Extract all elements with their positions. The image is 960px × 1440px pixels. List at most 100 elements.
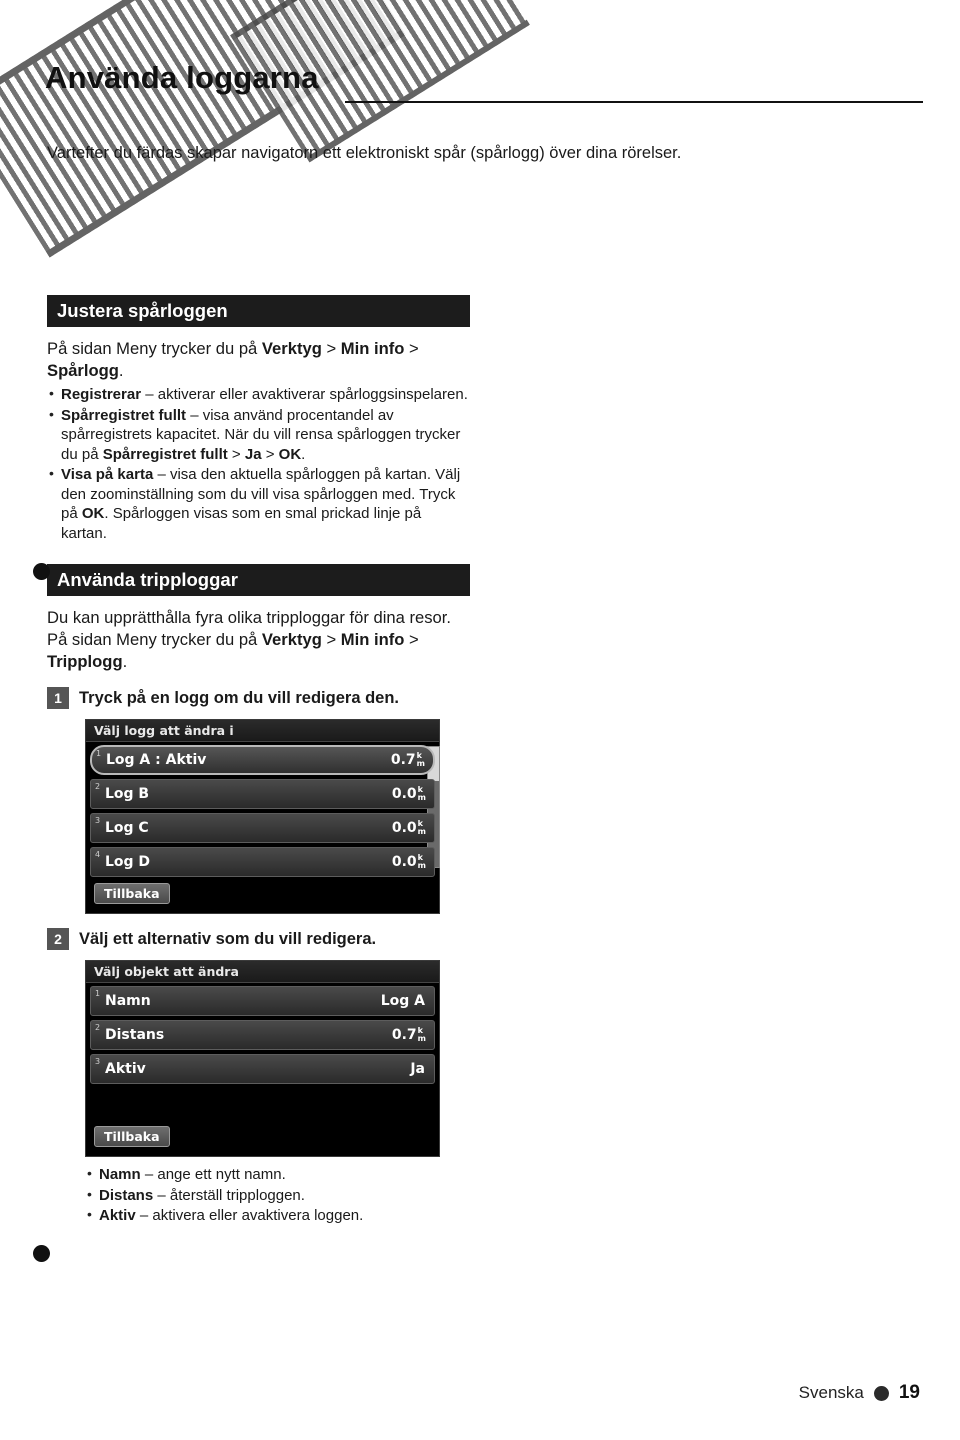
device-row-list: 1 Namn Log A 2 Distans 0.7 k m 3 Aktiv Ja … bbox=[86, 983, 439, 1156]
row-value: Ja bbox=[410, 1061, 426, 1077]
bullet-text: – aktivera eller avaktivera loggen. bbox=[135, 1207, 364, 1224]
bullet-list-options: Namn – ange ett nytt namn. Distans – åte… bbox=[85, 1164, 477, 1226]
device-title: Välj logg att ändra i bbox=[86, 720, 439, 742]
page-title: Använda loggarna bbox=[45, 60, 319, 95]
device-row-log-d[interactable]: 4 Log D 0.0 k m bbox=[90, 847, 435, 877]
row-label: Log A : Aktiv bbox=[106, 752, 207, 768]
bullet-text: – ange ett nytt namn. bbox=[140, 1166, 286, 1183]
text-fragment: På sidan Meny trycker du på bbox=[47, 339, 262, 358]
row-value: 0.0 k m bbox=[391, 820, 426, 837]
device-back-button[interactable]: Tillbaka bbox=[94, 883, 170, 904]
row-value-number: 0.0 bbox=[391, 786, 417, 802]
title-divider bbox=[345, 101, 923, 103]
section-intro-tripploggar: Du kan upprätthålla fyra olika tripplogg… bbox=[47, 607, 467, 673]
bullet-text-4: . bbox=[301, 445, 306, 463]
margin-marker-bottom bbox=[33, 1245, 50, 1262]
row-value-unit: km bbox=[417, 752, 425, 768]
device-back-button[interactable]: Tillbaka bbox=[94, 1126, 170, 1147]
section-heading-tripploggar: Använda tripploggar bbox=[47, 564, 470, 596]
device-row-log-c[interactable]: 3 Log C 0.0 k m bbox=[90, 813, 435, 843]
bullet-term: Visa på karta bbox=[61, 466, 154, 483]
bullet-text: – aktiverar eller avaktiverar spårloggsi… bbox=[141, 386, 468, 403]
bullet-term: Namn bbox=[99, 1166, 141, 1183]
list-item: Aktiv – aktivera eller avaktivera loggen… bbox=[85, 1205, 509, 1226]
row-index: 1 bbox=[95, 989, 101, 998]
row-index: 2 bbox=[95, 1023, 101, 1032]
section-intro-justera: På sidan Meny trycker du på Verktyg > Mi… bbox=[47, 338, 467, 382]
row-index: 2 bbox=[95, 782, 101, 791]
unit-bottom: m bbox=[417, 1034, 426, 1043]
page-footer: Svenska 19 bbox=[799, 1382, 920, 1404]
text-fragment: > bbox=[321, 630, 341, 649]
device-row-distans[interactable]: 2 Distans 0.7 k m bbox=[90, 1020, 435, 1050]
row-value-number: Ja bbox=[410, 1061, 425, 1077]
row-value-unit: km bbox=[418, 786, 426, 802]
bullet-term: Registrerar bbox=[61, 386, 142, 403]
row-value-unit: km bbox=[418, 820, 426, 836]
bullet-term-2: OK bbox=[81, 505, 105, 522]
text-bold-sparlogg: Spårlogg bbox=[47, 361, 119, 380]
margin-marker-top bbox=[33, 563, 50, 580]
text-fragment: > bbox=[321, 339, 341, 358]
device-row-aktiv[interactable]: 3 Aktiv Ja bbox=[90, 1054, 435, 1084]
text-fragment: > bbox=[404, 339, 419, 358]
row-value: 0.0 k m bbox=[391, 786, 426, 803]
list-item: Distans – återställ tripploggen. bbox=[85, 1185, 509, 1206]
step-text: Tryck på en logg om du vill redigera den… bbox=[79, 689, 399, 707]
unit-bottom: m bbox=[416, 759, 425, 768]
bullet-text-2: > bbox=[227, 445, 245, 463]
text-fragment: > bbox=[404, 630, 419, 649]
row-index: 1 bbox=[96, 749, 102, 758]
row-value: 0.0 k m bbox=[392, 854, 426, 871]
row-value-number: 0.0 bbox=[391, 820, 417, 836]
bullet-text-3: > bbox=[261, 445, 279, 463]
list-item: Visa på karta – visa den aktuella spårlo… bbox=[47, 464, 471, 543]
row-value: 0.7 k m bbox=[390, 752, 425, 769]
text-bold-mininfo: Min info bbox=[340, 630, 405, 649]
row-value-number: Log A bbox=[380, 993, 425, 1009]
step-1: 1 Tryck på en logg om du vill redigera d… bbox=[47, 687, 477, 709]
row-index: 3 bbox=[95, 1057, 101, 1066]
footer-page-number: 19 bbox=[898, 1382, 920, 1403]
list-item: Namn – ange ett nytt namn. bbox=[85, 1164, 509, 1185]
device-title: Välj objekt att ändra bbox=[86, 961, 439, 983]
bullet-text-2: . Spårloggen visas som en smal prickad l… bbox=[61, 505, 422, 542]
row-value-unit: km bbox=[418, 854, 426, 870]
row-index: 4 bbox=[95, 850, 101, 859]
bullet-term: Distans bbox=[99, 1186, 154, 1204]
bullet-text: – återställ tripploggen. bbox=[153, 1186, 305, 1204]
device-screenshot-object-list: Välj objekt att ändra 1 Namn Log A 2 Dis… bbox=[85, 960, 440, 1157]
device-row-log-b[interactable]: 2 Log B 0.0 k m bbox=[90, 779, 435, 809]
text-bold-verktyg: Verktyg bbox=[261, 339, 322, 358]
step-text: Välj ett alternativ som du vill redigera… bbox=[79, 930, 377, 948]
bullet-term-2: Spårregistret fullt bbox=[102, 445, 228, 463]
device-screenshot-log-list: Välj logg att ändra i 1 Log A : Aktiv 0.… bbox=[85, 719, 440, 914]
list-item: Registrerar – aktiverar eller avaktivera… bbox=[47, 384, 471, 405]
bullet-term-4: OK bbox=[278, 445, 302, 463]
text-fragment: . bbox=[122, 652, 128, 671]
footer-language: Svenska bbox=[798, 1383, 864, 1402]
row-value-number: 0.7 bbox=[390, 752, 416, 768]
text-fragment: . bbox=[118, 361, 124, 380]
row-value-unit: km bbox=[418, 1027, 426, 1043]
list-item: Spårregistret fullt – visa använd procen… bbox=[47, 405, 471, 465]
device-row-namn[interactable]: 1 Namn Log A bbox=[90, 986, 435, 1016]
bullet-list-justera: Registrerar – aktiverar eller avaktivera… bbox=[47, 384, 477, 543]
step-number: 2 bbox=[47, 928, 69, 950]
unit-bottom: m bbox=[417, 827, 426, 836]
footer-dot-icon bbox=[873, 1385, 889, 1401]
intro-paragraph: Vartefter du färdas skapar navigatorn et… bbox=[47, 144, 682, 162]
content-column: Justera spårloggen På sidan Meny trycker… bbox=[47, 295, 477, 1227]
row-value: Log A bbox=[381, 993, 426, 1009]
device-row-log-a[interactable]: 1 Log A : Aktiv 0.7 k m bbox=[90, 745, 435, 775]
bullet-term: Aktiv bbox=[99, 1207, 136, 1224]
row-label: Distans bbox=[105, 1027, 165, 1043]
text-bold-verktyg: Verktyg bbox=[261, 630, 322, 649]
step-2: 2 Välj ett alternativ som du vill redige… bbox=[47, 928, 477, 950]
text-bold-tripplogg: Tripplogg bbox=[47, 652, 123, 671]
device-row-list: 1 Log A : Aktiv 0.7 k m 2 Log B 0.0 k m 3 Lo… bbox=[86, 742, 439, 913]
bullet-term-3: Ja bbox=[244, 445, 262, 463]
row-value: 0.7 k m bbox=[392, 1027, 426, 1044]
step-number: 1 bbox=[47, 687, 69, 709]
row-index: 3 bbox=[95, 816, 101, 825]
